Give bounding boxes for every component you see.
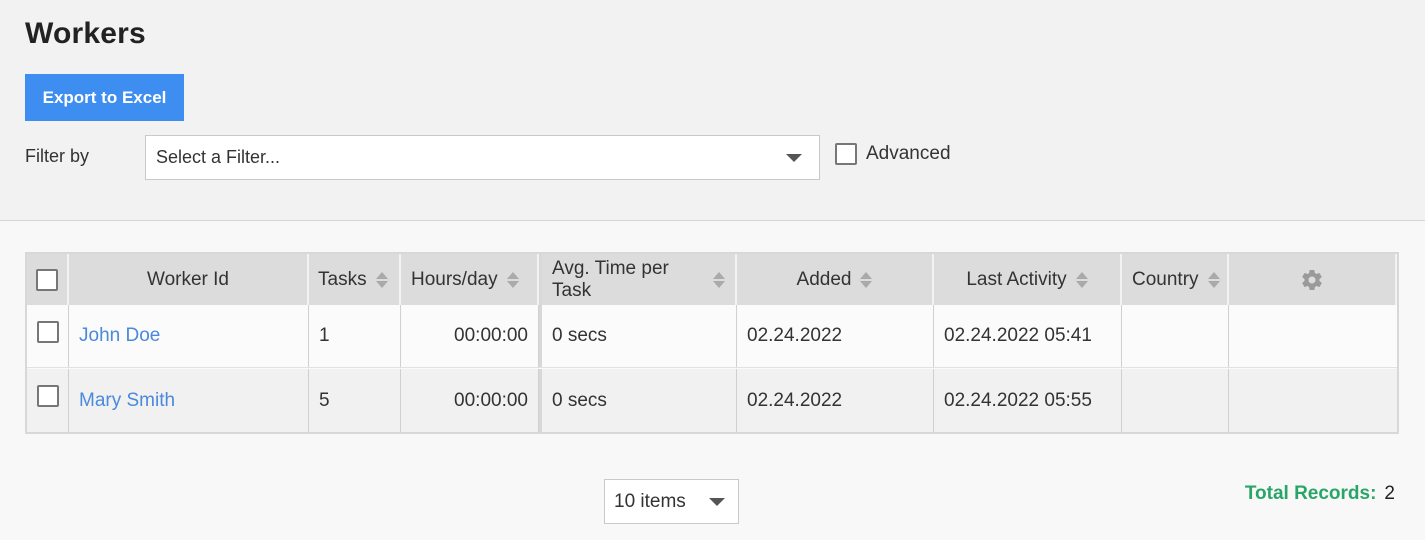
column-header-label: Hours/day <box>411 268 498 290</box>
cell-tasks: 1 <box>309 305 401 367</box>
total-records: Total Records: 2 <box>1245 483 1395 505</box>
page-title: Workers <box>25 17 146 50</box>
column-header-label: Avg. Time per Task <box>552 257 669 301</box>
filter-select-value: Select a Filter... <box>156 147 281 167</box>
column-header-avg-time[interactable]: Avg. Time per Task <box>539 254 737 305</box>
advanced-checkbox[interactable] <box>835 143 857 165</box>
workers-grid: Worker Id Tasks Hours/day Avg. Time per … <box>25 252 1399 434</box>
column-header-label: Country <box>1132 268 1199 290</box>
column-header-label: Tasks <box>318 268 367 290</box>
advanced-toggle[interactable]: Advanced <box>835 143 951 165</box>
row-select-cell <box>27 305 69 367</box>
total-records-value: 2 <box>1384 483 1395 504</box>
sort-arrows-icon[interactable] <box>860 271 873 288</box>
export-to-excel-button[interactable]: Export to Excel <box>25 74 184 121</box>
cell-avg-time: 0 secs <box>539 369 737 432</box>
select-all-checkbox[interactable] <box>36 268 58 291</box>
worker-link[interactable]: John Doe <box>79 325 160 347</box>
cell-worker-id: Mary Smith <box>69 369 309 432</box>
cell-worker-id: John Doe <box>69 305 309 367</box>
cell-added: 02.24.2022 <box>737 369 934 432</box>
cell-tasks: 5 <box>309 369 401 432</box>
filter-label: Filter by <box>25 146 90 166</box>
row-checkbox[interactable] <box>36 321 59 343</box>
gear-icon[interactable] <box>1300 268 1324 292</box>
column-header-hours-per-day[interactable]: Hours/day <box>401 254 539 305</box>
cell-settings <box>1229 305 1397 367</box>
grid-header-row: Worker Id Tasks Hours/day Avg. Time per … <box>27 254 1397 305</box>
sort-arrows-icon[interactable] <box>1075 271 1088 288</box>
filter-select[interactable]: Select a Filter... <box>145 135 820 180</box>
cell-country <box>1122 305 1229 367</box>
table-row: Mary Smith 5 00:00:00 0 secs 02.24.2022 … <box>27 369 1397 432</box>
sort-arrows-icon[interactable] <box>1207 271 1220 288</box>
cell-avg-time: 0 secs <box>539 305 737 367</box>
chevron-down-icon <box>786 154 802 162</box>
chevron-down-icon <box>709 498 725 506</box>
table-row: John Doe 1 00:00:00 0 secs 02.24.2022 02… <box>27 305 1397 368</box>
advanced-label: Advanced <box>866 143 951 164</box>
cell-settings <box>1229 369 1397 432</box>
cell-hours-per-day: 00:00:00 <box>401 305 539 367</box>
page-size-value: 10 items <box>614 490 686 512</box>
column-header-worker-id[interactable]: Worker Id <box>69 254 309 305</box>
sort-arrows-icon[interactable] <box>375 271 388 288</box>
cell-hours-per-day: 00:00:00 <box>401 369 539 432</box>
column-header-label: Added <box>796 268 852 290</box>
total-records-label: Total Records: <box>1244 483 1377 504</box>
worker-link[interactable]: Mary Smith <box>79 390 175 412</box>
row-checkbox[interactable] <box>36 385 59 407</box>
column-header-country[interactable]: Country <box>1122 254 1229 305</box>
sort-arrows-icon[interactable] <box>506 271 519 288</box>
page-size-select[interactable]: 10 items <box>604 479 739 524</box>
header-panel: Workers Export to Excel Filter by Select… <box>0 0 1425 221</box>
cell-last-activity: 02.24.2022 05:41 <box>934 305 1122 367</box>
column-settings-cell <box>1229 254 1397 305</box>
column-header-tasks[interactable]: Tasks <box>309 254 401 305</box>
column-header-added[interactable]: Added <box>737 254 934 305</box>
row-select-cell <box>27 369 69 432</box>
select-all-cell <box>27 254 69 305</box>
cell-country <box>1122 369 1229 432</box>
cell-last-activity: 02.24.2022 05:55 <box>934 369 1122 432</box>
column-header-last-activity[interactable]: Last Activity <box>934 254 1122 305</box>
column-header-label: Last Activity <box>966 268 1067 290</box>
sort-arrows-icon[interactable] <box>713 271 725 288</box>
cell-added: 02.24.2022 <box>737 305 934 367</box>
column-header-label: Worker Id <box>146 268 229 290</box>
